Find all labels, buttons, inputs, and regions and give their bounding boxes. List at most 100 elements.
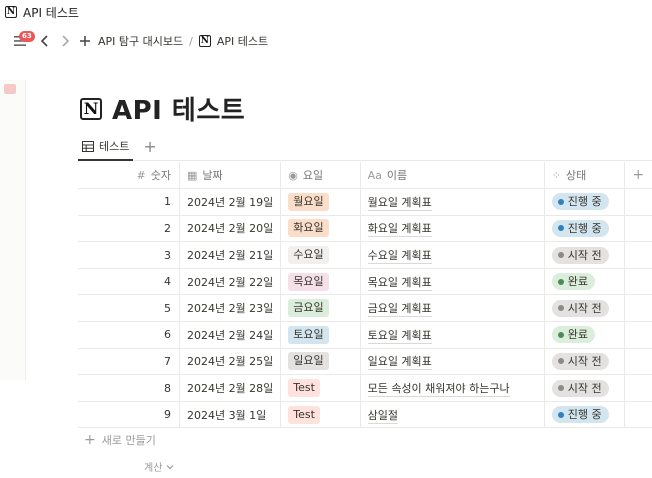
- cell-date[interactable]: 2024년 2월 22일: [179, 268, 282, 296]
- cell-name[interactable]: 일요일 계획표: [360, 348, 545, 376]
- cell-day[interactable]: 수요일: [280, 241, 361, 269]
- cell-name[interactable]: 수요일 계획표: [360, 241, 545, 269]
- cell-name[interactable]: 삼일절: [360, 401, 545, 429]
- cell-number[interactable]: 5: [78, 294, 180, 323]
- cell-name[interactable]: 토요일 계획표: [360, 321, 545, 349]
- cell-number[interactable]: 1: [78, 188, 180, 216]
- calculate-button[interactable]: 계산: [144, 459, 174, 474]
- page-icon[interactable]: N: [80, 97, 102, 120]
- day-tag: 토요일: [288, 325, 329, 344]
- cell-day[interactable]: 월요일: [280, 188, 361, 216]
- row-title[interactable]: 금요일 계획표: [367, 302, 432, 318]
- breadcrumb-parent[interactable]: API 탐구 대시보드: [98, 33, 183, 49]
- cell-status[interactable]: 시작 전: [544, 241, 625, 269]
- cell-day[interactable]: 화요일: [280, 215, 361, 243]
- cell-day[interactable]: 목요일: [280, 268, 361, 296]
- table-row[interactable]: 2 2024년 2월 20일 화요일 화요일 계획표 진행 중: [78, 215, 652, 243]
- table-row[interactable]: 9 2024년 3월 1일 Test 삼일절 진행 중: [78, 401, 652, 429]
- row-title[interactable]: 모든 속성이 채워져야 하는구나: [367, 382, 510, 398]
- status-badge: 완료: [551, 326, 596, 344]
- new-row-button[interactable]: + 새로 만들기: [84, 432, 156, 448]
- cell-empty: [624, 401, 652, 429]
- column-header-name[interactable]: Aa 이름: [360, 162, 545, 190]
- calculate-label: 계산: [144, 463, 163, 474]
- cell-status[interactable]: 시작 전: [544, 348, 625, 376]
- cell-date[interactable]: 2024년 2월 21일: [179, 241, 282, 269]
- cell-name[interactable]: 화요일 계획표: [360, 215, 545, 243]
- cell-status[interactable]: 시작 전: [544, 374, 625, 402]
- cell-name[interactable]: 모든 속성이 채워져야 하는구나: [360, 374, 545, 402]
- cell-number[interactable]: 6: [78, 321, 180, 349]
- cell-status[interactable]: 완료: [544, 321, 625, 349]
- cell-date[interactable]: 2024년 2월 23일: [179, 294, 282, 323]
- status-badge: 시작 전: [551, 379, 609, 397]
- row-title[interactable]: 화요일 계획표: [367, 222, 432, 238]
- status-dot-icon: [557, 331, 564, 338]
- page-title[interactable]: API 테스트: [112, 90, 245, 127]
- status-badge: 시작 전: [551, 299, 609, 317]
- cell-status[interactable]: 진행 중: [544, 215, 625, 243]
- sidebar-menu-button[interactable]: 63: [10, 30, 35, 52]
- view-tabs: 테스트 +: [78, 134, 652, 161]
- chevron-right-icon: [62, 35, 70, 47]
- table-row[interactable]: 6 2024년 2월 24일 토요일 토요일 계획표 완료: [78, 321, 652, 349]
- tab-table-view[interactable]: 테스트: [78, 134, 134, 161]
- cell-status[interactable]: 진행 중: [544, 401, 625, 429]
- status-label: 시작 전: [567, 248, 602, 262]
- add-column-button[interactable]: +: [624, 162, 652, 190]
- cell-day[interactable]: 토요일: [280, 321, 361, 349]
- row-title[interactable]: 월요일 계획표: [367, 195, 432, 211]
- day-tag: 월요일: [288, 192, 329, 211]
- cell-number[interactable]: 3: [78, 241, 180, 269]
- table-row[interactable]: 4 2024년 2월 22일 목요일 목요일 계획표 완료: [78, 268, 652, 296]
- cell-day[interactable]: 금요일: [280, 294, 361, 323]
- cell-date[interactable]: 2024년 2월 28일: [179, 374, 282, 402]
- row-title[interactable]: 목요일 계획표: [367, 275, 432, 291]
- column-header-date[interactable]: ▦ 날짜: [179, 162, 282, 190]
- cell-date[interactable]: 2024년 2월 19일: [179, 188, 282, 216]
- back-button[interactable]: [36, 30, 54, 52]
- cell-empty: [624, 374, 652, 402]
- row-title[interactable]: 삼일절: [367, 408, 398, 424]
- cell-day[interactable]: Test: [280, 401, 361, 429]
- row-title[interactable]: 일요일 계획표: [367, 355, 432, 371]
- cell-date[interactable]: 2024년 2월 24일: [179, 321, 282, 349]
- cell-name[interactable]: 금요일 계획표: [360, 294, 545, 323]
- table-row[interactable]: 1 2024년 2월 19일 월요일 월요일 계획표 진행 중: [78, 188, 652, 216]
- forward-button[interactable]: [56, 30, 74, 52]
- column-header-status[interactable]: ⁘ 상태: [544, 162, 625, 190]
- add-view-button[interactable]: +: [143, 139, 156, 155]
- table-row[interactable]: 7 2024년 2월 25일 일요일 일요일 계획표 시작 전: [78, 348, 652, 376]
- cell-name[interactable]: 목요일 계획표: [360, 268, 545, 296]
- cell-status[interactable]: 시작 전: [544, 294, 625, 323]
- cell-number[interactable]: 8: [78, 374, 180, 402]
- cell-status[interactable]: 완료: [544, 268, 625, 296]
- cell-empty: [624, 241, 652, 269]
- table-row[interactable]: 5 2024년 2월 23일 금요일 금요일 계획표 시작 전: [78, 294, 652, 323]
- nav-bar: 63 API 탐구 대시보드 / N API 테스트: [0, 28, 652, 54]
- status-badge: 시작 전: [551, 352, 609, 370]
- cell-number[interactable]: 2: [78, 215, 180, 243]
- cell-date[interactable]: 2024년 2월 25일: [179, 348, 282, 376]
- cell-status[interactable]: 진행 중: [544, 188, 625, 216]
- chevron-down-icon: [166, 464, 174, 469]
- cell-date[interactable]: 2024년 2월 20일: [179, 215, 282, 243]
- row-title[interactable]: 수요일 계획표: [367, 249, 432, 265]
- cell-number[interactable]: 4: [78, 268, 180, 296]
- cell-day[interactable]: Test: [280, 374, 361, 402]
- cell-day[interactable]: 일요일: [280, 348, 361, 376]
- column-header-day[interactable]: ◉ 요일: [280, 162, 361, 190]
- row-title[interactable]: 토요일 계획표: [367, 328, 432, 344]
- cell-name[interactable]: 월요일 계획표: [360, 188, 545, 216]
- table-header-row: # 숫자 ▦ 날짜 ◉ 요일 Aa 이름 ⁘ 상태 +: [78, 162, 652, 190]
- table-row[interactable]: 3 2024년 2월 21일 수요일 수요일 계획표 시작 전: [78, 241, 652, 269]
- new-page-button[interactable]: [76, 30, 94, 52]
- status-icon: ⁘: [551, 169, 561, 183]
- cell-number[interactable]: 7: [78, 348, 180, 376]
- table-row[interactable]: 8 2024년 2월 28일 Test 모든 속성이 채워져야 하는구나 시작 전: [78, 374, 652, 402]
- cell-number[interactable]: 9: [78, 401, 180, 429]
- column-header-number[interactable]: # 숫자: [78, 162, 180, 190]
- plus-icon: +: [84, 432, 96, 448]
- cell-date[interactable]: 2024년 3월 1일: [179, 401, 282, 429]
- breadcrumb-current[interactable]: API 테스트: [217, 33, 268, 49]
